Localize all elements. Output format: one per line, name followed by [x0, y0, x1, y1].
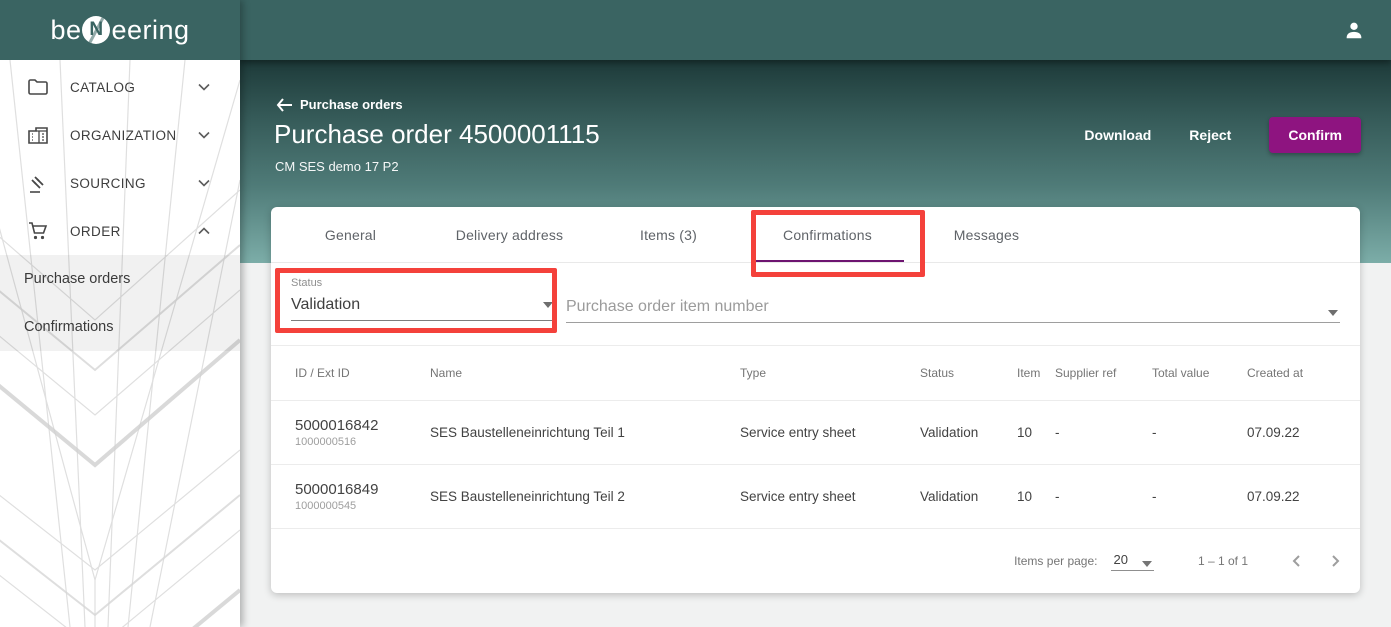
- table-header-row: ID / Ext ID Name Type Status Item Suppli…: [271, 345, 1360, 400]
- logo-n-letter: N: [89, 19, 103, 41]
- sidebar-item-label: SOURCING: [70, 176, 146, 191]
- confirmation-id: 5000016842: [295, 417, 430, 434]
- logo-text-pre: be: [50, 15, 81, 46]
- sidebar-nav: CATALOG ORGANIZATION SOURCING: [0, 63, 240, 351]
- column-header-id: ID / Ext ID: [295, 366, 430, 380]
- dropdown-caret-icon: [543, 302, 553, 308]
- sidebar: be Neering: [0, 0, 240, 627]
- cell-supplier-ref: -: [1055, 489, 1152, 504]
- column-header-created-at: Created at: [1247, 366, 1336, 380]
- header-actions: Download Reject Confirm: [1084, 117, 1361, 153]
- status-filter-label: Status: [291, 277, 553, 292]
- tab-items[interactable]: Items (3): [589, 207, 748, 262]
- sidebar-item-sourcing[interactable]: SOURCING: [0, 159, 240, 207]
- sidebar-item-purchase-orders[interactable]: Purchase orders: [0, 255, 240, 303]
- purchase-order-card: General Delivery address Items (3) Confi…: [271, 207, 1360, 593]
- chevron-up-icon: [198, 227, 210, 235]
- cell-status: Validation: [920, 425, 1017, 440]
- logo-text-post: eering: [111, 15, 189, 46]
- beneering-logo: be Neering: [50, 15, 189, 46]
- column-header-supplier-ref: Supplier ref: [1055, 366, 1152, 380]
- sidebar-item-label: CATALOG: [70, 80, 135, 95]
- column-header-name: Name: [430, 366, 740, 380]
- column-header-status: Status: [920, 366, 1017, 380]
- tab-bar: General Delivery address Items (3) Confi…: [271, 207, 1360, 263]
- page-title: Purchase order 4500001115: [274, 119, 600, 150]
- cell-name: SES Baustelleneinrichtung Teil 2: [430, 489, 740, 504]
- sidebar-item-organization[interactable]: ORGANIZATION: [0, 111, 240, 159]
- cell-name: SES Baustelleneinrichtung Teil 1: [430, 425, 740, 440]
- column-header-type: Type: [740, 366, 920, 380]
- table-paginator: Items per page: 20 1 – 1 of 1: [271, 528, 1360, 593]
- sidebar-item-order[interactable]: ORDER: [0, 207, 240, 255]
- cell-item: 10: [1017, 425, 1055, 440]
- user-account-button[interactable]: [1343, 19, 1365, 41]
- tab-label: Messages: [954, 227, 1019, 243]
- tab-label: General: [325, 227, 376, 243]
- column-header-total-value: Total value: [1152, 366, 1247, 380]
- top-app-bar: [240, 0, 1391, 60]
- building-icon: [28, 127, 48, 144]
- logo-n-badge: N: [82, 16, 110, 44]
- po-item-number-input[interactable]: [566, 292, 1340, 323]
- chevron-down-icon: [198, 131, 210, 139]
- items-per-page-value: 20: [1113, 552, 1127, 567]
- table-row[interactable]: 5000016849 1000000545 SES Baustelleneinr…: [271, 464, 1360, 528]
- tab-general[interactable]: General: [271, 207, 430, 262]
- back-arrow-icon: [276, 98, 292, 112]
- cell-id-extid: 5000016842 1000000516: [295, 417, 430, 448]
- page-subtitle: CM SES demo 17 P2: [275, 159, 399, 174]
- chevron-down-icon: [198, 83, 210, 91]
- sidebar-item-label: ORDER: [70, 224, 121, 239]
- cell-item: 10: [1017, 489, 1055, 504]
- folder-icon: [28, 79, 48, 95]
- back-link[interactable]: Purchase orders: [276, 97, 403, 112]
- next-page-button[interactable]: [1324, 550, 1346, 572]
- cell-type: Service entry sheet: [740, 425, 920, 440]
- sidebar-item-catalog[interactable]: CATALOG: [0, 63, 240, 111]
- tab-messages[interactable]: Messages: [907, 207, 1066, 262]
- sidebar-item-confirmations[interactable]: Confirmations: [0, 303, 240, 351]
- cell-type: Service entry sheet: [740, 489, 920, 504]
- active-tab-underline: [751, 260, 904, 263]
- cell-status: Validation: [920, 489, 1017, 504]
- cart-icon: [28, 222, 48, 240]
- gavel-icon: [28, 174, 48, 193]
- chevron-down-icon: [198, 179, 210, 187]
- sidebar-header: be Neering: [0, 0, 240, 60]
- tab-delivery-address[interactable]: Delivery address: [430, 207, 589, 262]
- items-per-page-select[interactable]: 20: [1111, 552, 1153, 571]
- confirmation-ext-id: 1000000545: [295, 500, 430, 512]
- cell-id-extid: 5000016849 1000000545: [295, 481, 430, 512]
- cell-created-at: 07.09.22: [1247, 489, 1336, 504]
- dropdown-caret-icon: [1328, 310, 1338, 316]
- download-button[interactable]: Download: [1084, 127, 1151, 143]
- back-link-label: Purchase orders: [300, 97, 403, 112]
- reject-button[interactable]: Reject: [1189, 127, 1231, 143]
- sidebar-item-label: ORGANIZATION: [70, 128, 177, 143]
- tab-confirmations[interactable]: Confirmations: [748, 207, 907, 262]
- status-filter-value: Validation: [291, 296, 360, 314]
- tab-label: Confirmations: [783, 227, 872, 243]
- person-icon: [1343, 19, 1365, 41]
- cell-supplier-ref: -: [1055, 425, 1152, 440]
- column-header-item: Item: [1017, 366, 1055, 380]
- page-range-label: 1 – 1 of 1: [1198, 554, 1248, 568]
- order-submenu: Purchase orders Confirmations: [0, 255, 240, 351]
- confirm-button[interactable]: Confirm: [1269, 117, 1361, 153]
- cell-total-value: -: [1152, 489, 1247, 504]
- table-row[interactable]: 5000016842 1000000516 SES Baustelleneinr…: [271, 400, 1360, 464]
- cell-total-value: -: [1152, 425, 1247, 440]
- tab-label: Items (3): [640, 227, 697, 243]
- po-item-number-field: [566, 263, 1340, 345]
- previous-page-button[interactable]: [1286, 550, 1308, 572]
- items-per-page-label: Items per page:: [1014, 554, 1097, 568]
- filter-row: Status Validation: [271, 263, 1360, 345]
- dropdown-caret-icon: [1142, 561, 1152, 567]
- cell-created-at: 07.09.22: [1247, 425, 1336, 440]
- confirmation-ext-id: 1000000516: [295, 436, 430, 448]
- tab-label: Delivery address: [456, 227, 563, 243]
- confirmation-id: 5000016849: [295, 481, 430, 498]
- status-filter-select[interactable]: Status Validation: [291, 277, 553, 345]
